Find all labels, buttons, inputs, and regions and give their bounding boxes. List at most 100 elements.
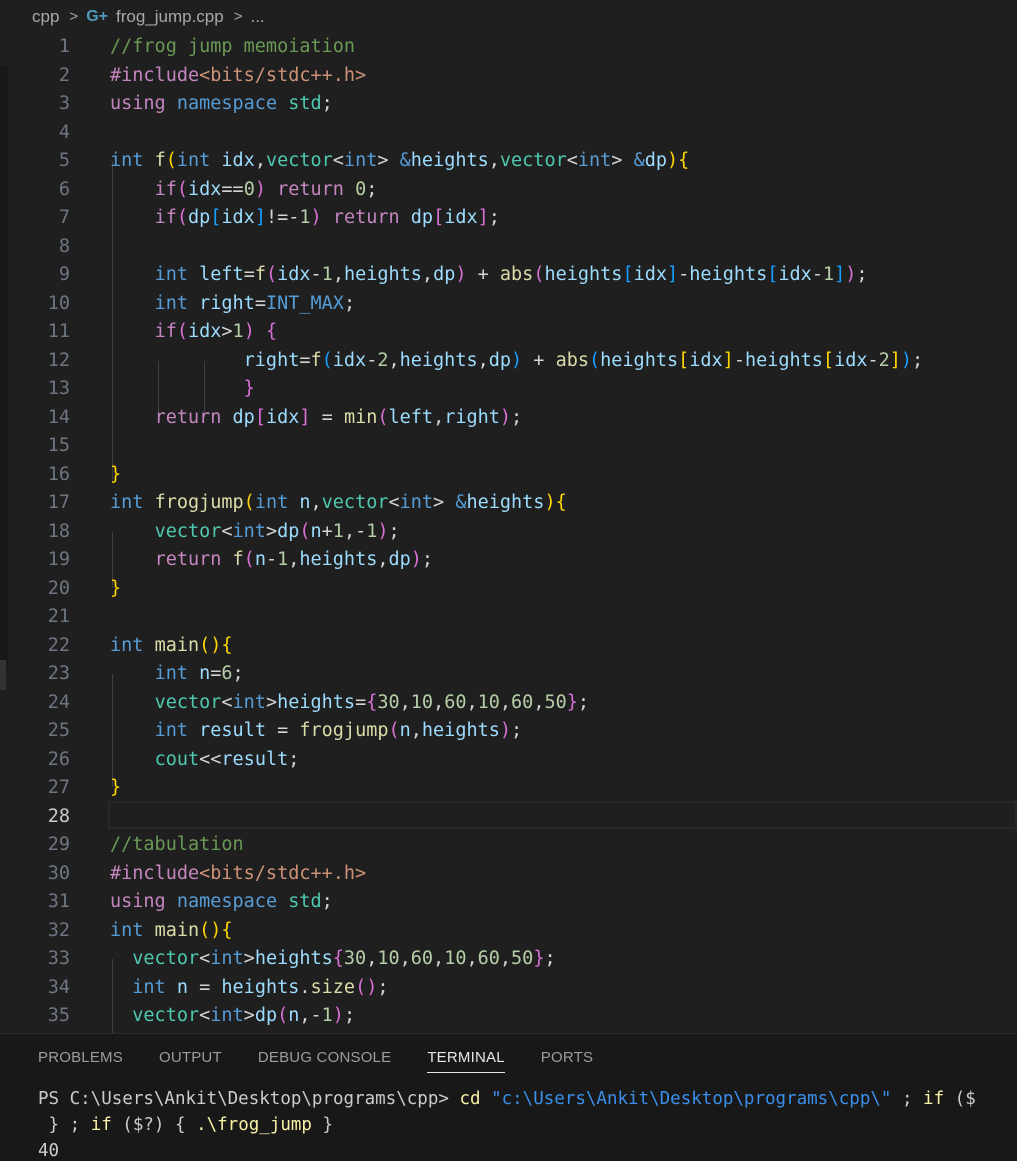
code-line[interactable]: 24 vector<int>heights={30,10,60,10,60,50…	[0, 689, 1017, 718]
code-line[interactable]: 13 }	[0, 375, 1017, 404]
line-number: 16	[47, 463, 70, 485]
code-line[interactable]: 22 int main(){	[0, 632, 1017, 661]
terminal-if: if	[923, 1089, 945, 1109]
terminal-sep: ;	[891, 1089, 924, 1109]
code-line[interactable]: 1 //frog jump memoiation	[0, 33, 1017, 62]
code-line[interactable]: 21	[0, 603, 1017, 632]
code-line[interactable]: 2 #include<bits/stdc++.h>	[0, 62, 1017, 91]
breadcrumb-folder[interactable]: cpp	[32, 7, 59, 27]
code-line[interactable]: 30 #include<bits/stdc++.h>	[0, 860, 1017, 889]
terminal-prompt: PS C:\Users\Ankit\Desktop\programs\cpp>	[38, 1089, 460, 1109]
code-text[interactable]: }	[110, 461, 121, 490]
code-line[interactable]: 27}	[0, 774, 1017, 803]
terminal-output: 40	[38, 1141, 60, 1161]
line-number: 34	[47, 976, 70, 998]
code-text[interactable]: vector<int>heights={30,10,60,10,60,50};	[110, 689, 589, 718]
code-text[interactable]: using namespace std;	[110, 90, 333, 119]
code-line[interactable]: 31 using namespace std;	[0, 888, 1017, 917]
code-text[interactable]: #include<bits/stdc++.h>	[110, 860, 366, 889]
code-text[interactable]: int result = frogjump(n,heights);	[110, 717, 523, 746]
line-number: 35	[47, 1005, 70, 1026]
code-line[interactable]: 3 using namespace std;	[0, 90, 1017, 119]
code-text[interactable]: int n=6;	[110, 660, 244, 689]
panel-tabs: PROBLEMS OUTPUT DEBUG CONSOLE TERMINAL PORTS	[38, 1049, 629, 1073]
code-text[interactable]: #include<bits/stdc++.h>	[110, 62, 366, 91]
code-line[interactable]: 17 int frogjump(int n,vector<int> &height…	[0, 489, 1017, 518]
code-text[interactable]: return f(n-1,heights,dp);	[110, 546, 433, 575]
code-text[interactable]: int f(int idx,vector<int> &heights,vecto…	[110, 147, 689, 176]
code-line[interactable]: 34 int n = heights.size();	[0, 974, 1017, 1003]
tab-terminal[interactable]: TERMINAL	[427, 1049, 505, 1073]
code-line[interactable]: 29 //tabulation	[0, 831, 1017, 860]
breadcrumb-more[interactable]: ...	[250, 7, 264, 27]
code-line[interactable]: 23 int n=6;	[0, 660, 1017, 689]
code-line[interactable]: 10 int right=INT_MAX;	[0, 290, 1017, 319]
chevron-right-icon: >	[233, 8, 243, 25]
code-line[interactable]: 20}	[0, 575, 1017, 604]
code-line[interactable]: 18 vector<int>dp(n+1,-1);	[0, 518, 1017, 547]
code-text[interactable]: using namespace std;	[110, 888, 333, 917]
line-number: 27	[47, 777, 70, 798]
code-text[interactable]: int frogjump(int n,vector<int> &heights)…	[110, 489, 567, 518]
code-line[interactable]: 14 return dp[idx] = min(left,right);	[0, 404, 1017, 433]
code-text[interactable]: return dp[idx] = min(left,right);	[110, 404, 523, 433]
line-number: 21	[47, 606, 70, 627]
terminal-command: cd	[459, 1089, 481, 1109]
line-number: 25	[47, 720, 70, 741]
tab-output[interactable]: OUTPUT	[159, 1049, 222, 1073]
code-text[interactable]: vector<int>dp(n,-1);	[110, 1002, 355, 1031]
code-line[interactable]: 8	[0, 233, 1017, 262]
tab-debug-console[interactable]: DEBUG CONSOLE	[258, 1049, 391, 1073]
line-number: 20	[47, 577, 70, 599]
code-line[interactable]: 28	[0, 803, 1017, 832]
line-number: 22	[47, 634, 70, 656]
breadcrumb-file[interactable]: frog_jump.cpp	[116, 7, 224, 27]
line-number: 4	[58, 121, 70, 143]
code-text[interactable]: vector<int>heights{30,10,60,10,60,50};	[110, 945, 555, 974]
code-text[interactable]: cout<<result;	[110, 746, 300, 775]
terminal-run: .\frog_jump	[196, 1115, 312, 1135]
line-number: 5	[58, 150, 70, 171]
code-line[interactable]: 7 if(dp[idx]!=-1) return dp[idx];	[0, 204, 1017, 233]
line-number: 3	[58, 93, 70, 114]
line-number: 24	[47, 691, 70, 713]
code-text[interactable]: int main(){	[110, 632, 233, 661]
code-text[interactable]: if(dp[idx]!=-1) return dp[idx];	[110, 204, 500, 233]
tab-problems[interactable]: PROBLEMS	[38, 1049, 123, 1073]
line-number: 2	[58, 64, 70, 86]
line-number: 31	[47, 891, 70, 912]
code-text[interactable]: //tabulation	[110, 831, 244, 860]
code-text[interactable]: }	[110, 774, 121, 803]
terminal-path: "c:\Users\Ankit\Desktop\programs\cpp\"	[491, 1089, 892, 1109]
code-text[interactable]: right=f(idx-2,heights,dp) + abs(heights[…	[110, 347, 924, 376]
terminal-text: }	[311, 1115, 334, 1135]
code-line[interactable]: 26 cout<<result;	[0, 746, 1017, 775]
line-number: 8	[58, 235, 70, 257]
code-text[interactable]: if(idx>1) {	[110, 318, 278, 347]
code-text[interactable]: //frog jump memoiation	[110, 33, 355, 62]
code-text[interactable]: int left=f(idx-1,heights,dp) + abs(heigh…	[110, 261, 868, 290]
code-line[interactable]: 6 if(idx==0) return 0;	[0, 176, 1017, 205]
code-line[interactable]: 11 if(idx>1) {	[0, 318, 1017, 347]
code-line[interactable]: 25 int result = frogjump(n,heights);	[0, 717, 1017, 746]
code-editor[interactable]: 1 //frog jump memoiation 2 #include<bits/st…	[0, 33, 1017, 1034]
code-line[interactable]: 12 right=f(idx-2,heights,dp) + abs(heigh…	[0, 347, 1017, 376]
code-line[interactable]: 33 vector<int>heights{30,10,60,10,60,50}…	[0, 945, 1017, 974]
code-text[interactable]: int main(){	[110, 917, 233, 946]
code-text[interactable]: }	[110, 575, 121, 604]
code-line[interactable]: 35 vector<int>dp(n,-1);	[0, 1002, 1017, 1031]
code-text[interactable]: int n = heights.size();	[110, 974, 388, 1003]
code-line[interactable]: 9 int left=f(idx-1,heights,dp) + abs(hei…	[0, 261, 1017, 290]
terminal-tail: ($	[944, 1089, 976, 1109]
code-line[interactable]: 4	[0, 119, 1017, 148]
code-line[interactable]: 15	[0, 432, 1017, 461]
code-line[interactable]: 5 int f(int idx,vector<int> &heights,vect…	[0, 147, 1017, 176]
code-text[interactable]: int right=INT_MAX;	[110, 290, 356, 319]
code-text[interactable]: }	[110, 375, 255, 404]
code-text[interactable]: if(idx==0) return 0;	[110, 176, 378, 205]
code-line[interactable]: 32 int main(){	[0, 917, 1017, 946]
tab-ports[interactable]: PORTS	[541, 1049, 593, 1073]
code-line[interactable]: 19 return f(n-1,heights,dp);	[0, 546, 1017, 575]
code-text[interactable]: vector<int>dp(n+1,-1);	[110, 518, 400, 547]
code-line[interactable]: 16}	[0, 461, 1017, 490]
